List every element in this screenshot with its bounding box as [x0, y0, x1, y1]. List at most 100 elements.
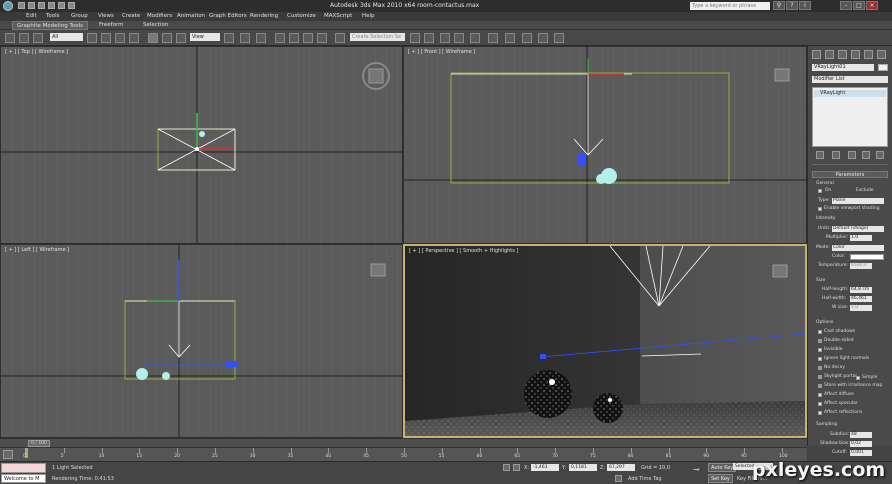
modifier-list-dropdown[interactable]: Modifier List [812, 76, 888, 83]
half-length-spinner[interactable]: 64,8 cm [850, 287, 872, 293]
maxscript-output[interactable]: Welcome to M [1, 474, 46, 483]
menu-tools[interactable]: Tools [46, 12, 60, 21]
menu-graph-editors[interactable]: Graph Editors [209, 12, 247, 21]
help-search-input[interactable]: Type a keyword or phrase [690, 2, 770, 10]
tab-graphite-modeling-tools[interactable]: Graphite Modeling Tools [12, 21, 89, 30]
parameters-rollout[interactable]: Parameters [812, 171, 888, 178]
menu-animation[interactable]: Animation [177, 12, 205, 21]
menu-modifiers[interactable]: Modifiers [147, 12, 172, 21]
viewport-label-top[interactable]: [ + ] [ Top ] [ Wireframe ] [5, 49, 68, 55]
angle-snap-icon[interactable] [289, 33, 299, 43]
show-end-result-icon[interactable] [832, 151, 840, 159]
menu-views[interactable]: Views [98, 12, 114, 21]
add-time-tag-button[interactable]: Add Time Tag [628, 476, 662, 482]
pin-stack-icon[interactable] [816, 151, 824, 159]
menu-group[interactable]: Group [71, 12, 88, 21]
viewport-left[interactable]: [ + ] [ Left ] [ Wireframe ] [0, 244, 403, 438]
spinner-snap-icon[interactable] [317, 33, 327, 43]
new-file-icon[interactable] [18, 2, 25, 9]
hold-icon[interactable] [68, 2, 75, 9]
option-checkbox[interactable] [818, 366, 822, 370]
close-button[interactable]: × [866, 1, 878, 10]
app-logo-icon[interactable] [3, 1, 13, 11]
lock-icon[interactable] [503, 464, 510, 471]
align-icon[interactable] [424, 33, 434, 43]
select-manipulate-icon[interactable] [240, 33, 250, 43]
viewport-label-front[interactable]: [ + ] [ Front ] [ Wireframe ] [408, 49, 475, 55]
rectangular-selection-icon[interactable] [115, 33, 125, 43]
move-icon[interactable] [148, 33, 158, 43]
configure-modifier-sets-icon[interactable] [876, 151, 884, 159]
undo-icon[interactable] [48, 2, 55, 9]
exclude-button[interactable]: Exclude [856, 188, 874, 193]
option-checkbox[interactable] [818, 402, 822, 406]
minimize-button[interactable]: – [840, 1, 852, 10]
select-link-icon[interactable] [5, 33, 15, 43]
key-icon[interactable]: ⊸ [693, 465, 700, 474]
option-checkbox[interactable] [818, 393, 822, 397]
select-object-icon[interactable] [87, 33, 97, 43]
option-checkbox[interactable] [818, 339, 822, 343]
maximize-button[interactable]: □ [853, 1, 865, 10]
option-checkbox[interactable] [818, 357, 822, 361]
enable-viewport-shading-checkbox[interactable] [818, 207, 822, 211]
on-checkbox[interactable] [818, 189, 822, 193]
mode-dropdown[interactable]: Color [832, 245, 884, 251]
option-checkbox[interactable] [818, 348, 822, 352]
make-unique-icon[interactable] [848, 151, 856, 159]
subdivs-spinner[interactable]: 48 [850, 432, 872, 438]
help-icon[interactable]: ? [786, 1, 798, 10]
tab-freeform[interactable]: Freeform [95, 21, 128, 30]
y-coordinate-field[interactable]: 0,1181 [569, 464, 597, 471]
window-crossing-icon[interactable] [129, 33, 139, 43]
temperature-spinner[interactable]: 6500,0 [850, 263, 872, 269]
time-tag-icon[interactable] [615, 475, 622, 482]
menu-rendering[interactable]: Rendering [250, 12, 278, 21]
track-bar[interactable]: 0 5 10 15 20 25 30 35 40 45 50 55 60 65 70 75 80 85 90 95 10… [0, 447, 807, 461]
stack-item-vraylight[interactable]: VRayLight [814, 90, 886, 97]
select-by-name-icon[interactable] [101, 33, 111, 43]
viewport-label-perspective[interactable]: [ + ] [ Perspective ] [ Smooth + Highlig… [409, 248, 518, 254]
utilities-tab-icon[interactable] [877, 50, 886, 59]
remove-modifier-icon[interactable] [862, 151, 870, 159]
named-selection-dropdown[interactable]: Create Selection Se [350, 33, 405, 41]
option-checkbox[interactable] [818, 375, 822, 379]
render-setup-icon[interactable] [522, 33, 532, 43]
menu-maxscript[interactable]: MAXScript [324, 12, 352, 21]
hierarchy-tab-icon[interactable] [838, 50, 847, 59]
simple-checkbox[interactable] [856, 376, 860, 380]
viewport-top[interactable]: [ + ] [ Top ] [ Wireframe ] [0, 46, 403, 244]
w-size-spinner[interactable]: 1,0 [850, 305, 872, 311]
keyboard-shortcut-toggle-icon[interactable] [256, 33, 266, 43]
set-key-button[interactable]: Set Key [708, 474, 733, 483]
render-production-icon[interactable] [554, 33, 564, 43]
option-checkbox[interactable] [818, 411, 822, 415]
shadow-bias-spinner[interactable]: 0,02 [850, 441, 872, 447]
open-file-icon[interactable] [28, 2, 35, 9]
half-width-spinner[interactable]: 46,461 [850, 296, 872, 302]
mini-curve-editor-icon[interactable] [3, 450, 13, 459]
info-icon[interactable]: i [799, 1, 811, 10]
material-editor-icon[interactable] [505, 33, 515, 43]
bind-space-warp-icon[interactable] [33, 33, 43, 43]
reference-coordinate-dropdown[interactable]: View [190, 33, 220, 41]
option-checkbox[interactable] [818, 330, 822, 334]
rotate-icon[interactable] [162, 33, 172, 43]
viewport-perspective[interactable]: [ + ] [ Perspective ] [ Smooth + Highlig… [403, 244, 807, 438]
object-name-field[interactable]: VRayLight01 [812, 64, 874, 71]
menu-help[interactable]: Help [362, 12, 375, 21]
cutoff-spinner[interactable]: 0,001 [850, 450, 872, 456]
edit-named-selection-icon[interactable] [335, 33, 345, 43]
menu-edit[interactable]: Edit [26, 12, 37, 21]
light-type-dropdown[interactable]: Plane [832, 198, 884, 204]
maxscript-listener-input[interactable] [1, 463, 46, 473]
unlink-icon[interactable] [19, 33, 29, 43]
z-coordinate-field[interactable]: 67,297 [607, 464, 635, 471]
modify-tab-icon[interactable] [825, 50, 834, 59]
save-file-icon[interactable] [38, 2, 45, 9]
absolute-mode-icon[interactable] [513, 464, 520, 471]
snaps-toggle-icon[interactable] [275, 33, 285, 43]
pivot-center-icon[interactable] [224, 33, 234, 43]
units-dropdown[interactable]: Default (image) [832, 226, 884, 232]
selection-filter-dropdown[interactable]: All [50, 33, 83, 41]
